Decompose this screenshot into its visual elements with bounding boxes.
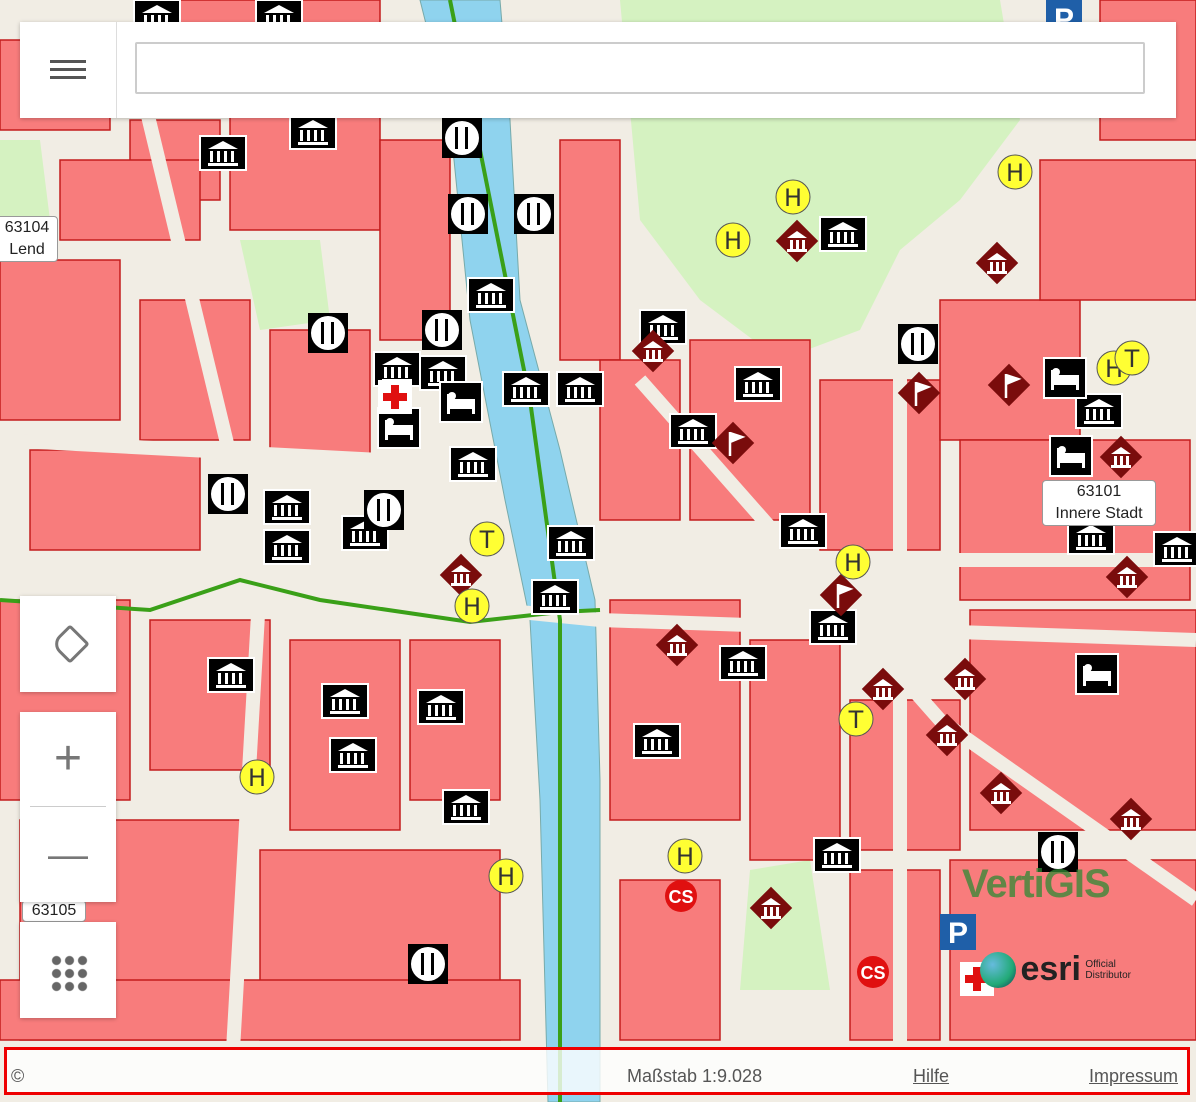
- bus-stop-h-icon[interactable]: H: [454, 588, 490, 624]
- bus-stop-h-icon[interactable]: H: [488, 858, 524, 894]
- district-label: 63105: [22, 900, 86, 922]
- bus-stop-h-icon[interactable]: H: [239, 759, 275, 795]
- bus-stop-h-icon[interactable]: H: [667, 838, 703, 874]
- museum-icon[interactable]: [329, 737, 377, 773]
- museum-icon[interactable]: [1153, 531, 1196, 567]
- restaurant-icon[interactable]: [898, 324, 938, 364]
- search-panel: [20, 22, 1176, 118]
- museum-icon[interactable]: [734, 366, 782, 402]
- museum-icon[interactable]: [417, 689, 465, 725]
- museum-icon[interactable]: [467, 277, 515, 313]
- zoom-out-button[interactable]: —: [20, 808, 116, 902]
- museum-icon[interactable]: [442, 789, 490, 825]
- svg-text:H: H: [463, 593, 481, 621]
- imprint-link[interactable]: Impressum: [1089, 1066, 1178, 1086]
- tram-stop-t-icon[interactable]: T: [469, 521, 505, 557]
- museum-icon[interactable]: [449, 446, 497, 482]
- museum-icon[interactable]: [199, 135, 247, 171]
- museum-icon[interactable]: [502, 371, 550, 407]
- hamburger-icon: [50, 60, 86, 79]
- zoom-in-button[interactable]: +: [20, 712, 116, 806]
- museum-icon[interactable]: [819, 216, 867, 252]
- apps-button[interactable]: [20, 922, 116, 1018]
- carsharing-icon[interactable]: CS: [665, 880, 697, 912]
- restaurant-icon[interactable]: [408, 944, 448, 984]
- restaurant-icon[interactable]: [448, 194, 488, 234]
- svg-text:T: T: [1124, 345, 1140, 373]
- tag-button[interactable]: [20, 596, 116, 692]
- restaurant-icon[interactable]: [364, 490, 404, 530]
- museum-icon[interactable]: [556, 371, 604, 407]
- scale-text: Maßstab 1:9.028: [627, 1066, 763, 1086]
- museum-icon[interactable]: [809, 609, 857, 645]
- esri-logo: esri Official Distributor: [980, 950, 1131, 989]
- help-link[interactable]: Hilfe: [913, 1066, 949, 1086]
- bus-stop-h-icon[interactable]: H: [835, 544, 871, 580]
- restaurant-icon[interactable]: [308, 313, 348, 353]
- svg-text:P: P: [948, 917, 968, 950]
- menu-button[interactable]: [20, 22, 117, 118]
- district-label: 63101 Innere Stadt: [1042, 480, 1156, 526]
- restaurant-icon[interactable]: [514, 194, 554, 234]
- zoom-controls: + —: [20, 712, 116, 902]
- museum-icon[interactable]: [531, 579, 579, 615]
- tram-stop-t-icon[interactable]: T: [838, 701, 874, 737]
- museum-icon[interactable]: [547, 525, 595, 561]
- museum-icon[interactable]: [263, 529, 311, 565]
- svg-text:CS: CS: [860, 963, 885, 983]
- carsharing-icon[interactable]: CS: [857, 956, 889, 988]
- museum-icon[interactable]: [813, 837, 861, 873]
- museum-icon[interactable]: [669, 413, 717, 449]
- search-input[interactable]: [135, 42, 1145, 94]
- restaurant-icon[interactable]: [208, 474, 248, 514]
- hotel-icon[interactable]: [1075, 653, 1119, 695]
- globe-icon: [980, 951, 1016, 988]
- museum-icon[interactable]: [719, 645, 767, 681]
- hotel-icon[interactable]: [1049, 435, 1093, 477]
- svg-text:T: T: [848, 706, 864, 734]
- restaurant-icon[interactable]: [442, 118, 482, 158]
- tag-icon: [50, 624, 90, 664]
- svg-text:H: H: [676, 843, 694, 871]
- footer-bar: © Maßstab 1:9.028 Hilfe Impressum: [4, 1047, 1190, 1095]
- bus-stop-h-icon[interactable]: H: [715, 222, 751, 258]
- svg-text:H: H: [784, 184, 802, 212]
- svg-text:T: T: [479, 526, 495, 554]
- svg-text:H: H: [497, 863, 515, 891]
- restaurant-icon[interactable]: [422, 310, 462, 350]
- museum-icon[interactable]: [1075, 393, 1123, 429]
- hotel-icon[interactable]: [1043, 357, 1087, 399]
- district-label: 63104 Lend: [0, 216, 58, 262]
- svg-text:H: H: [724, 227, 742, 255]
- grid-dots-icon: [50, 954, 90, 994]
- vertigis-logo: VertiGIS: [962, 862, 1111, 906]
- museum-icon[interactable]: [633, 723, 681, 759]
- copyright-text: ©: [11, 1066, 25, 1086]
- bus-stop-h-icon[interactable]: H: [997, 154, 1033, 190]
- svg-text:CS: CS: [668, 887, 693, 907]
- museum-icon[interactable]: [263, 489, 311, 525]
- svg-text:H: H: [844, 549, 862, 577]
- museum-icon[interactable]: [321, 683, 369, 719]
- museum-icon[interactable]: [779, 513, 827, 549]
- hotel-icon[interactable]: [439, 381, 483, 423]
- tram-stop-t-icon[interactable]: T: [1114, 340, 1150, 376]
- first-aid-icon[interactable]: [378, 380, 412, 414]
- parking-icon[interactable]: P: [940, 914, 976, 950]
- map-canvas[interactable]: HHHHHHHHHTTTCSCSPP: [0, 0, 1196, 1102]
- museum-icon[interactable]: [289, 114, 337, 150]
- bus-stop-h-icon[interactable]: H: [775, 179, 811, 215]
- svg-text:H: H: [248, 764, 266, 792]
- museum-icon[interactable]: [207, 657, 255, 693]
- svg-text:H: H: [1006, 159, 1024, 187]
